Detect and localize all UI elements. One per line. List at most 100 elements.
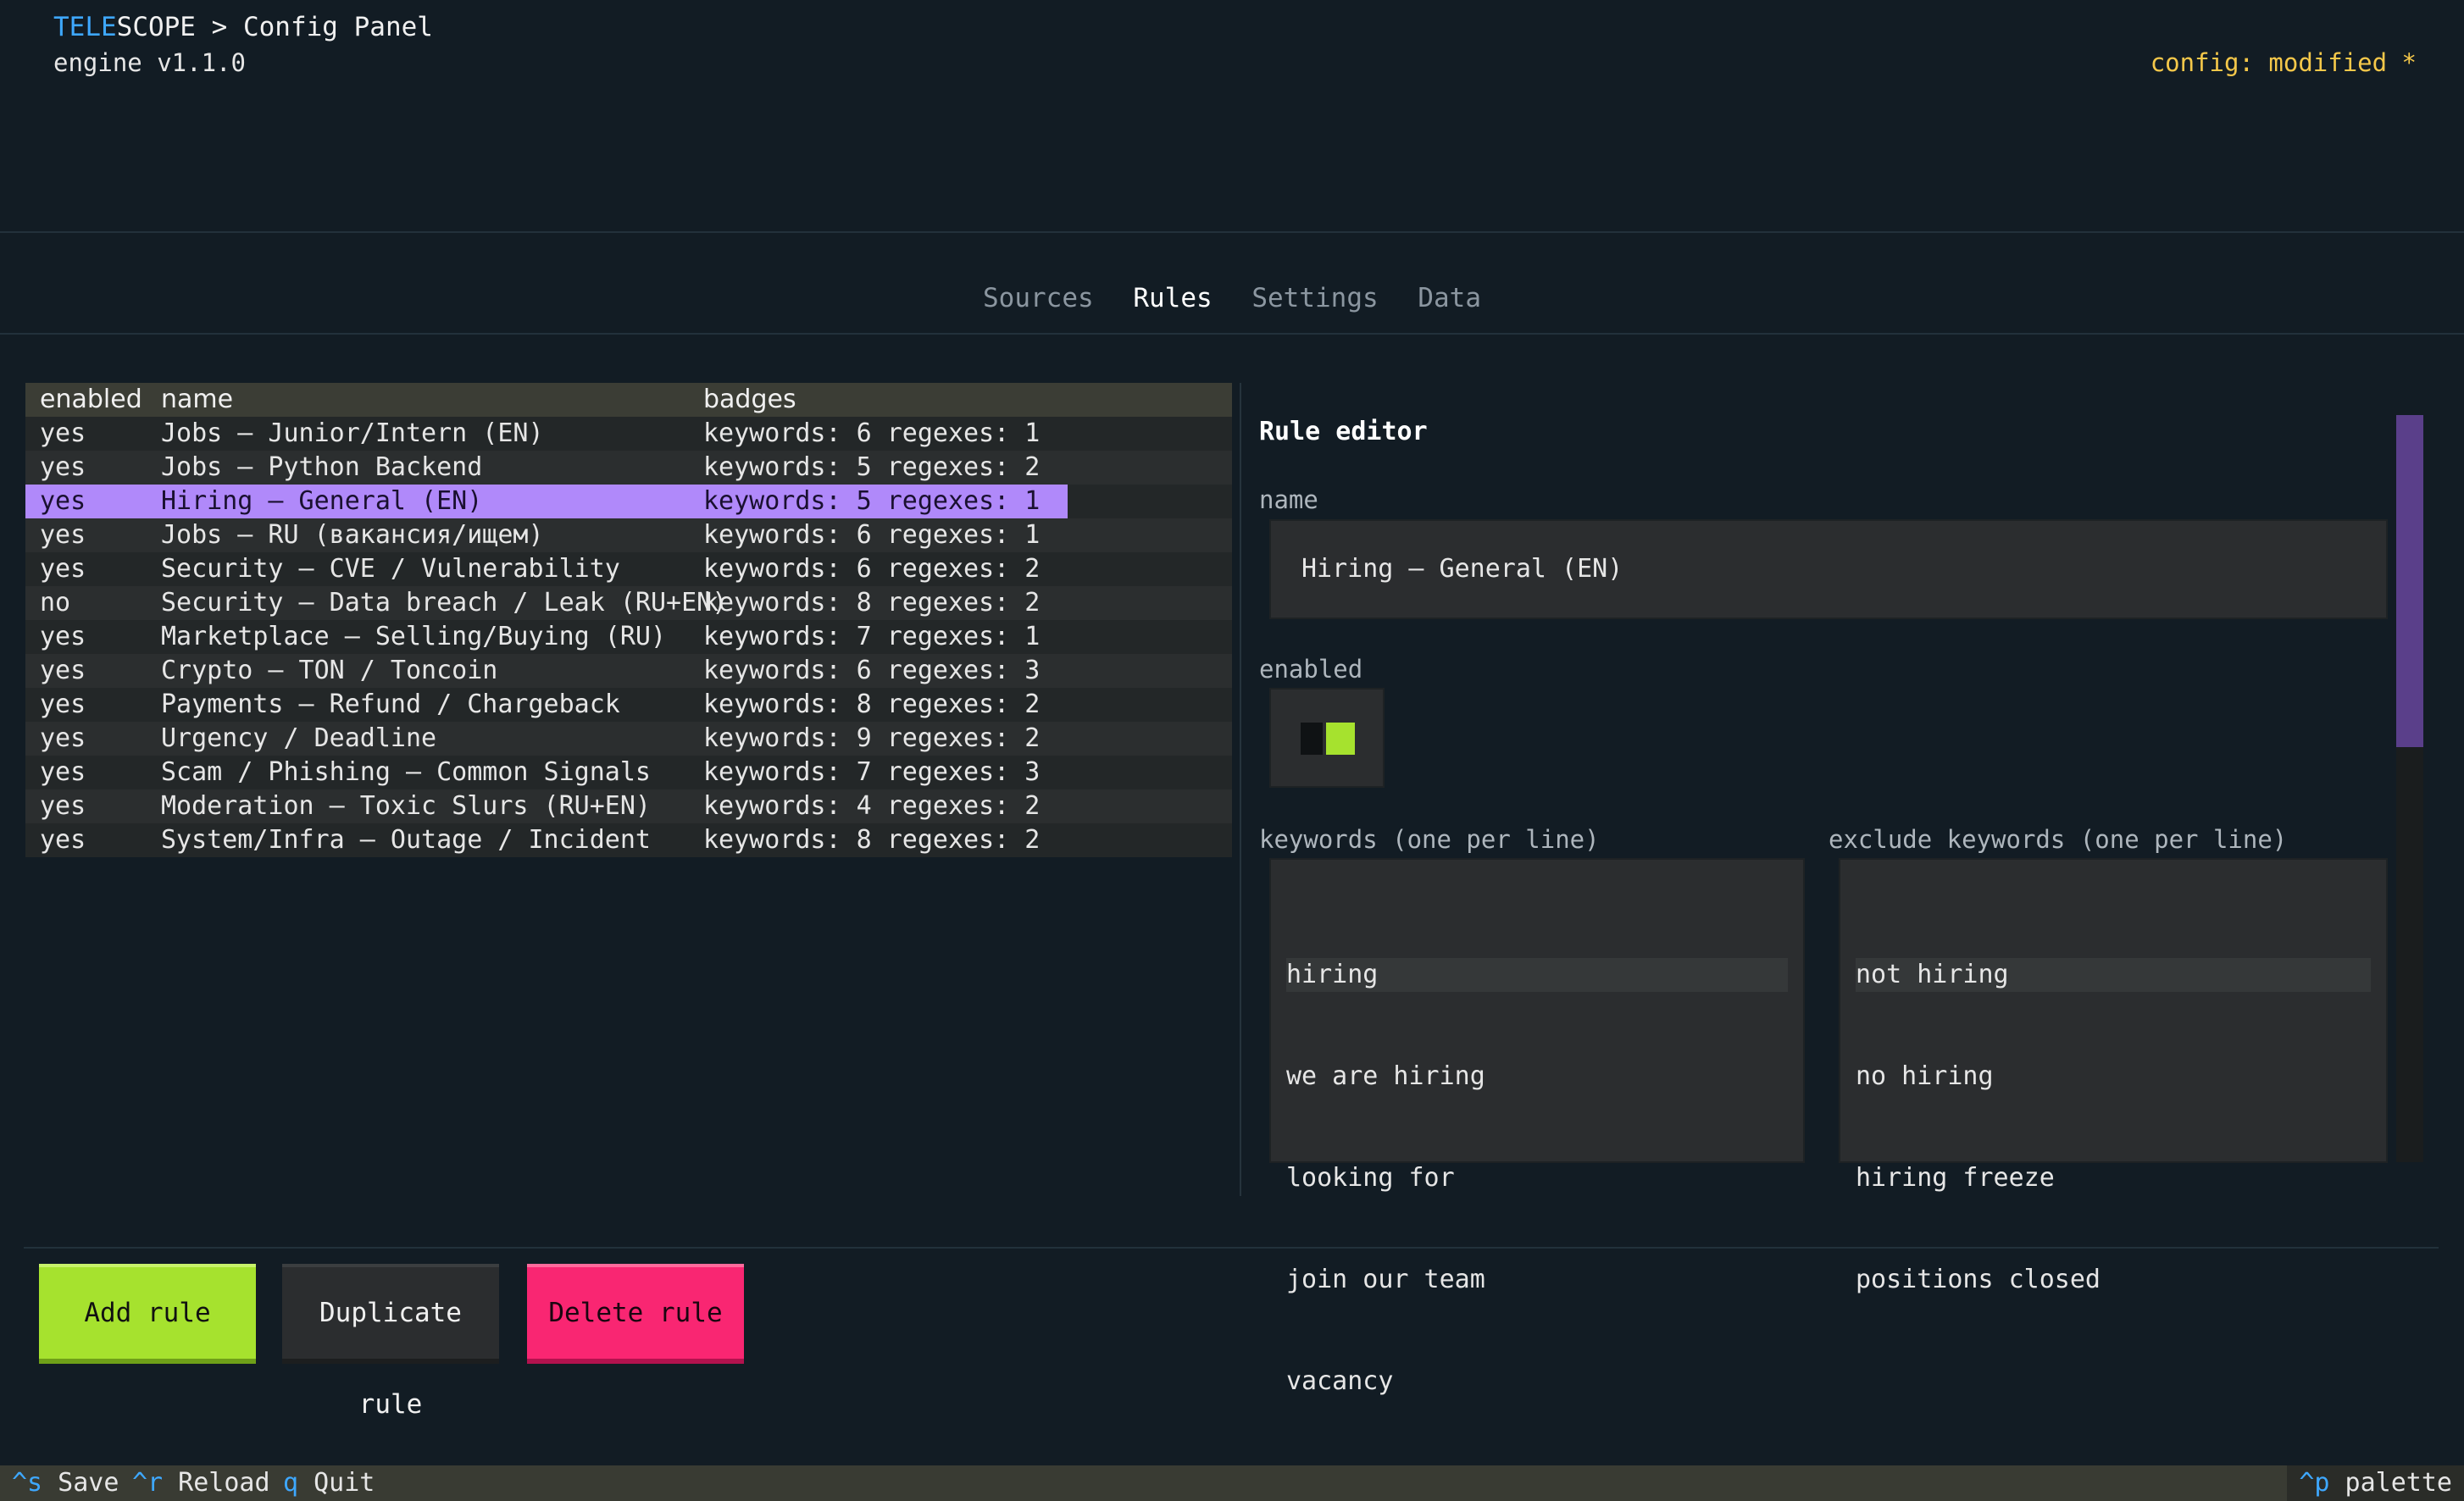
exclude-keyword-line: positions closed — [1856, 1265, 2101, 1294]
keyword-line: hiring — [1286, 958, 1788, 992]
cell-enabled: yes — [40, 723, 86, 753]
cell-enabled: yes — [40, 656, 86, 685]
rule-name-input[interactable]: Hiring — General (EN) — [1269, 519, 2388, 619]
palette-shortcut[interactable]: ^p palette — [2287, 1465, 2464, 1501]
table-row[interactable]: yes Jobs — RU (вакансия/ищем) keywords: 6 … — [25, 518, 1232, 552]
enabled-label: enabled — [1259, 655, 1363, 684]
table-row[interactable]: yes Marketplace — Selling/Buying (RU) keyw… — [25, 620, 1232, 654]
tab-bar: Sources Rules Settings Data — [0, 278, 2464, 318]
cell-enabled: yes — [40, 825, 86, 855]
exclude-keywords-label: exclude keywords (one per line) — [1829, 825, 2288, 854]
cell-enabled: yes — [40, 554, 86, 584]
keywords-textarea[interactable]: hiring we are hiring looking for join ou… — [1269, 858, 1805, 1396]
cell-enabled: yes — [40, 757, 86, 787]
cell-badges: keywords: 6 regexes: 1 — [703, 520, 1041, 550]
brand-suffix: SCOPE — [116, 12, 196, 42]
cell-badges: keywords: 6 regexes: 3 — [703, 656, 1041, 685]
cell-enabled: yes — [40, 452, 86, 482]
column-header-badges[interactable]: badges — [703, 383, 1068, 417]
table-row[interactable]: no Security — Data breach / Leak (RU+EN) k… — [25, 586, 1232, 620]
cell-enabled: yes — [40, 791, 86, 821]
cell-enabled: yes — [25, 485, 161, 518]
cell-name: Security — CVE / Vulnerability — [161, 554, 620, 584]
table-row[interactable]: yes Urgency / Deadline keywords: 9 regexes… — [25, 722, 1232, 756]
breadcrumb: > Config Panel — [195, 12, 433, 42]
footer-keybar: ^s Save ^r Reload q Quit ^p palette — [0, 1465, 2464, 1501]
cell-name: Marketplace — Selling/Buying (RU) — [161, 622, 667, 651]
save-shortcut[interactable]: ^s Save — [12, 1465, 119, 1501]
cell-name: System/Infra — Outage / Incident — [161, 825, 651, 855]
brand-prefix: TELE — [53, 12, 117, 42]
table-row[interactable]: yes Moderation — Toxic Slurs (RU+EN) keywo… — [25, 789, 1232, 823]
column-header-enabled[interactable]: enabled — [25, 383, 161, 417]
save-label: Save — [42, 1468, 119, 1498]
save-key: ^s — [12, 1468, 43, 1498]
tab-sources[interactable]: Sources — [983, 278, 1094, 318]
table-header: enabled name badges — [25, 383, 1232, 417]
table-row[interactable]: yes Hiring — General (EN) keywords: 5 rege… — [25, 485, 1232, 518]
cell-badges: keywords: 7 regexes: 3 — [703, 757, 1041, 787]
quit-key: q — [283, 1468, 299, 1498]
cell-badges: keywords: 8 regexes: 2 — [703, 825, 1041, 855]
cell-badges: keywords: 8 regexes: 2 — [703, 690, 1041, 719]
quit-shortcut[interactable]: q Quit — [283, 1465, 375, 1501]
panel-divider — [1240, 383, 1241, 1196]
table-row[interactable]: yes Jobs — Python Backend keywords: 5 rege… — [25, 451, 1232, 485]
cell-enabled: yes — [40, 418, 86, 448]
app-title: TELESCOPE > Config Panel — [53, 8, 433, 46]
rules-table[interactable]: enabled name badges yes Jobs — Junior/Int… — [25, 383, 1232, 857]
keyword-line: we are hiring — [1286, 1061, 1485, 1091]
cell-name: Urgency / Deadline — [161, 723, 437, 753]
tabs-divider — [0, 333, 2464, 335]
engine-version: engine v1.1.0 — [53, 48, 246, 77]
cell-name: Payments — Refund / Chargeback — [161, 690, 620, 719]
tab-settings[interactable]: Settings — [1251, 278, 1378, 318]
table-row[interactable]: yes Crypto — TON / Toncoin keywords: 6 reg… — [25, 654, 1232, 688]
duplicate-rule-button[interactable]: Duplicate rule — [282, 1264, 499, 1420]
table-row[interactable]: yes System/Infra — Outage / Incident keywo… — [25, 823, 1232, 857]
add-rule-button[interactable]: Add rule — [39, 1264, 256, 1364]
cell-name: Jobs — RU (вакансия/ищем) — [161, 520, 544, 550]
toggle-on-segment — [1326, 723, 1355, 755]
cell-enabled: yes — [40, 690, 86, 719]
cell-badges: keywords: 6 regexes: 2 — [703, 554, 1041, 584]
keyword-line: vacancy — [1286, 1366, 1394, 1396]
tab-data[interactable]: Data — [1418, 278, 1481, 318]
cell-name: Security — Data breach / Leak (RU+EN) — [161, 588, 728, 618]
exclude-keyword-line: no hiring — [1856, 1061, 1994, 1091]
cell-name: Jobs — Python Backend — [161, 452, 483, 482]
tab-rules[interactable]: Rules — [1133, 278, 1212, 318]
delete-rule-button[interactable]: Delete rule — [527, 1264, 744, 1364]
table-row[interactable]: yes Scam / Phishing — Common Signals keywo… — [25, 756, 1232, 789]
actions-divider — [24, 1247, 2439, 1249]
reload-shortcut[interactable]: ^r Reload — [132, 1465, 270, 1501]
cell-badges: keywords: 7 regexes: 1 — [703, 622, 1041, 651]
quit-label: Quit — [298, 1468, 375, 1498]
cell-enabled: yes — [40, 622, 86, 651]
cell-badges: keywords: 9 regexes: 2 — [703, 723, 1041, 753]
cell-name: Hiring — General (EN) — [161, 485, 703, 518]
table-row[interactable]: yes Jobs — Junior/Intern (EN) keywords: 6 … — [25, 417, 1232, 451]
table-row[interactable]: yes Payments — Refund / Chargeback keyword… — [25, 688, 1232, 722]
cell-badges: keywords: 8 regexes: 2 — [703, 588, 1041, 618]
cell-badges: keywords: 5 regexes: 2 — [703, 452, 1041, 482]
reload-label: Reload — [163, 1468, 270, 1498]
cell-name: Crypto — TON / Toncoin — [161, 656, 498, 685]
palette-label: palette — [2329, 1468, 2452, 1498]
cell-name: Jobs — Junior/Intern (EN) — [161, 418, 544, 448]
reload-key: ^r — [132, 1468, 164, 1498]
cell-enabled: yes — [40, 520, 86, 550]
cell-name: Scam / Phishing — Common Signals — [161, 757, 651, 787]
editor-scrollbar-thumb[interactable] — [2396, 415, 2423, 747]
cell-badges: keywords: 5 regexes: 1 — [703, 485, 1068, 518]
cell-badges: keywords: 6 regexes: 1 — [703, 418, 1041, 448]
editor-title: Rule editor — [1259, 417, 1428, 446]
cell-badges: keywords: 4 regexes: 2 — [703, 791, 1041, 821]
keyword-line: join our team — [1286, 1265, 1485, 1294]
table-row[interactable]: yes Security — CVE / Vulnerability keyword… — [25, 552, 1232, 586]
exclude-keyword-line: not hiring — [1856, 958, 2371, 992]
palette-key: ^p — [2299, 1468, 2330, 1498]
column-header-name[interactable]: name — [161, 383, 703, 417]
exclude-keywords-textarea[interactable]: not hiring no hiring hiring freeze posit… — [1839, 858, 2388, 1294]
keyword-line: looking for — [1286, 1163, 1455, 1193]
